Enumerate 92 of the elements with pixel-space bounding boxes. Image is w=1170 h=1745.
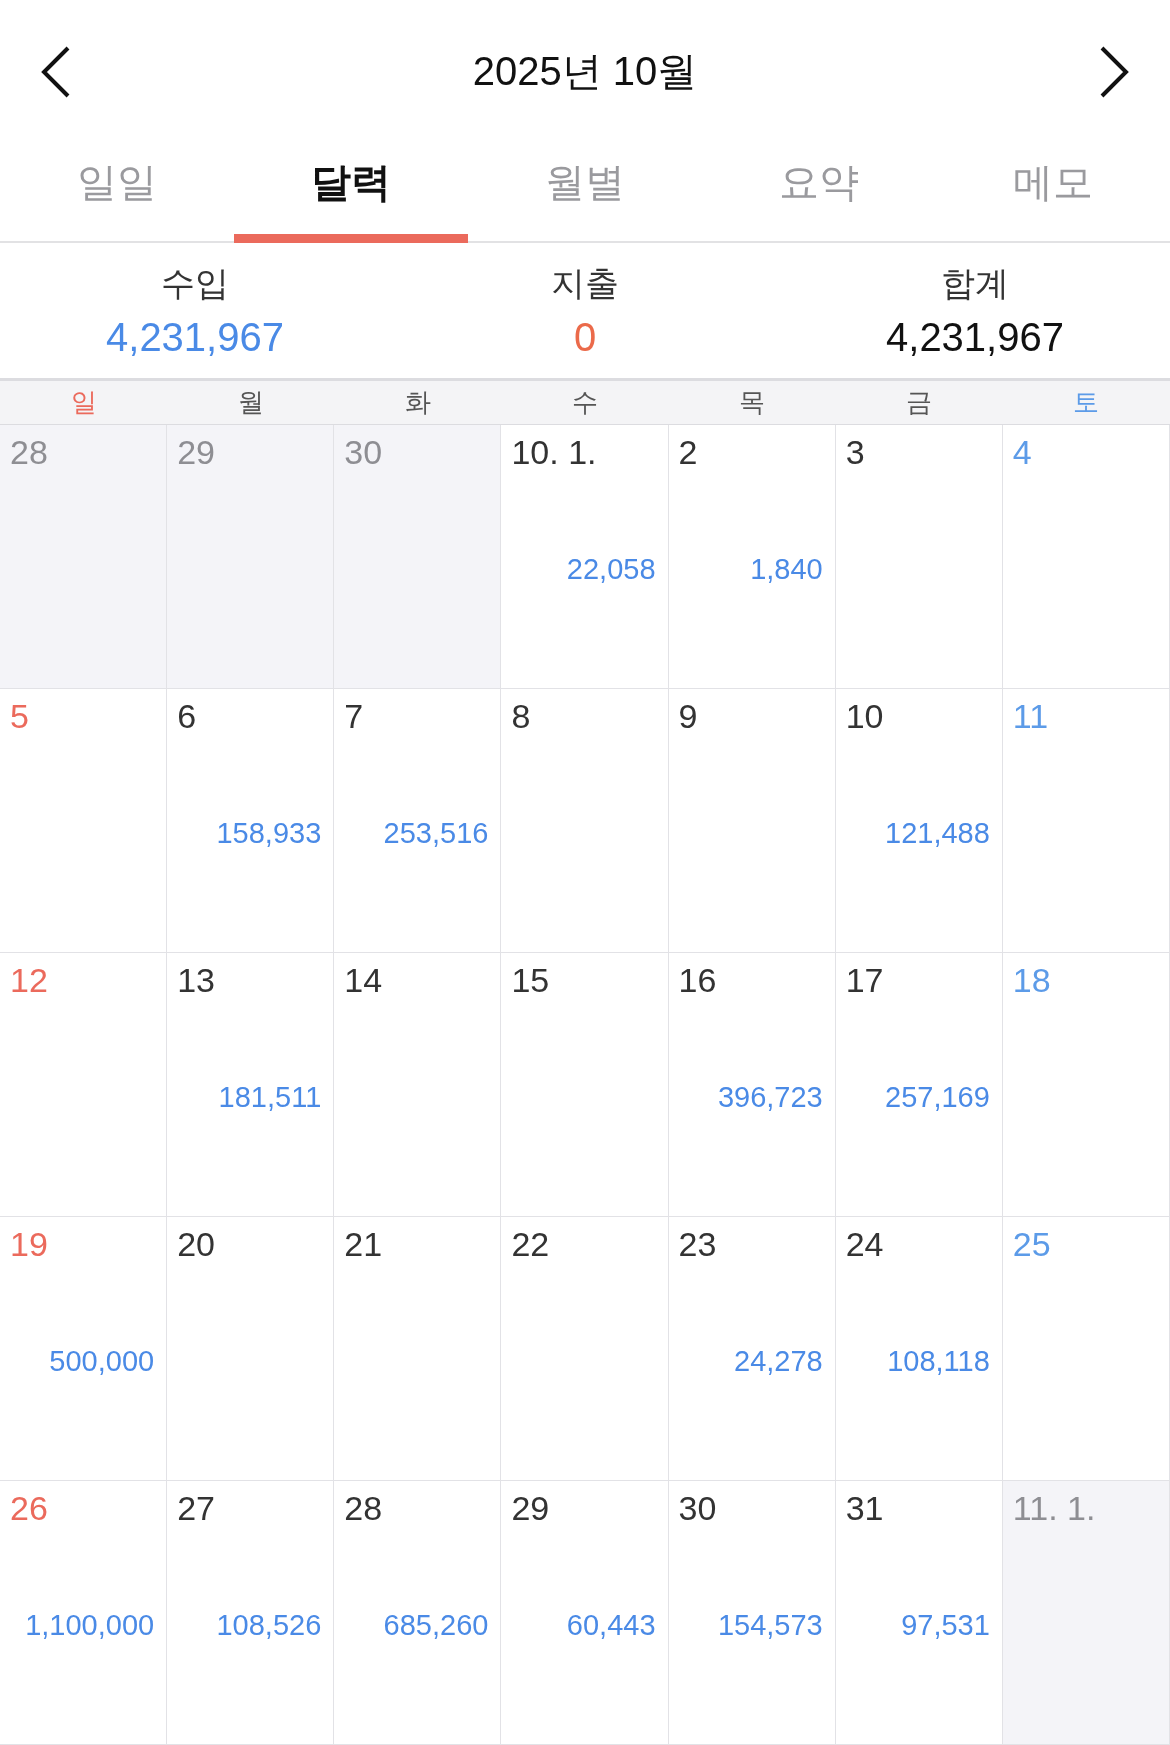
calendar-day-cell[interactable]: 30 154,573 (668, 1481, 836, 1745)
day-number: 27 (177, 1489, 215, 1527)
day-income-amount: 108,118 (886, 1345, 990, 1378)
calendar-day-cell[interactable]: 20 (167, 1217, 335, 1481)
day-number: 11 (1012, 697, 1049, 735)
day-number: 14 (344, 961, 383, 999)
day-number: 6 (177, 697, 197, 735)
weekday-label: 토 (1072, 386, 1101, 419)
day-income-amount: 108,526 (215, 1609, 322, 1642)
day-income-amount: 253,516 (382, 817, 489, 850)
day-number: 18 (1012, 961, 1051, 999)
day-number: 28 (344, 1489, 383, 1527)
calendar-day-cell[interactable]: 15 (501, 953, 669, 1217)
day-number: 29 (511, 1489, 550, 1527)
calendar-day-cell[interactable]: 28 685,260 (334, 1481, 502, 1745)
calendar-day-cell[interactable]: 24 108,118 (835, 1217, 1003, 1481)
day-number: 20 (177, 1225, 215, 1263)
day-number: 23 (678, 1225, 717, 1263)
view-tab[interactable]: 달력 (234, 143, 468, 243)
summary-label: 지출 (551, 262, 619, 304)
day-income-amount: 181,511 (217, 1081, 322, 1114)
previous-month-button[interactable] (40, 44, 72, 99)
day-income-amount: 121,488 (884, 817, 990, 850)
day-number: 30 (678, 1489, 717, 1527)
day-income-amount: 22,058 (565, 553, 656, 586)
calendar-day-cell[interactable]: 7 253,516 (334, 689, 502, 953)
summary-label: 수입 (161, 262, 229, 304)
day-income-amount: 257,169 (884, 1081, 990, 1114)
day-number: 25 (1012, 1225, 1051, 1263)
day-number: 12 (10, 961, 48, 999)
day-number: 3 (845, 433, 865, 471)
day-number: 19 (10, 1225, 48, 1263)
summary-amount: 4,231,967 (106, 314, 284, 360)
calendar-day-cell[interactable]: 31 97,531 (835, 1481, 1003, 1745)
calendar-day-cell[interactable]: 23 24,278 (668, 1217, 836, 1481)
calendar-day-cell[interactable]: 6 158,933 (167, 689, 335, 953)
weekday-label: 월 (236, 386, 265, 419)
weekday-label: 금 (905, 386, 934, 419)
summary-label: 합계 (941, 262, 1009, 304)
day-number: 30 (344, 433, 383, 471)
calendar-day-cell[interactable]: 21 (334, 1217, 502, 1481)
day-number: 26 (10, 1489, 48, 1527)
month-title: 2025년 10월 (472, 48, 698, 96)
day-number: 9 (678, 697, 698, 735)
day-number: 15 (511, 961, 550, 999)
day-income-amount: 685,260 (382, 1609, 489, 1642)
day-income-amount: 1,840 (749, 553, 823, 586)
day-income-amount: 396,723 (716, 1081, 823, 1114)
day-number: 31 (845, 1489, 884, 1527)
day-income-amount: 500,000 (48, 1345, 155, 1378)
weekday-label: 목 (738, 386, 767, 419)
day-number: 21 (344, 1225, 383, 1263)
calendar-day-cell[interactable]: 10. 1. 22,058 (501, 425, 669, 689)
calendar-day-cell[interactable]: 13 181,511 (167, 953, 335, 1217)
day-income-amount: 158,933 (215, 817, 322, 850)
calendar-day-cell[interactable]: 29 60,443 (501, 1481, 669, 1745)
day-income-amount: 1,100,000 (24, 1609, 155, 1642)
day-number: 4 (1012, 433, 1032, 471)
next-month-button[interactable] (1098, 44, 1130, 99)
day-number: 2 (678, 433, 698, 471)
day-number: 13 (177, 961, 215, 999)
day-number: 22 (511, 1225, 550, 1263)
weekday-label: 수 (571, 386, 599, 419)
calendar-day-cell[interactable]: 17 257,169 (835, 953, 1003, 1217)
day-income-amount: 60,443 (565, 1609, 656, 1642)
day-number: 28 (10, 433, 48, 471)
day-income-amount: 24,278 (733, 1345, 823, 1378)
day-number: 10 (845, 697, 884, 735)
weekday-label: 화 (403, 386, 432, 419)
day-number: 24 (845, 1225, 884, 1263)
day-number: 7 (344, 697, 364, 735)
day-number: 11. 1. (1012, 1489, 1096, 1527)
calendar-day-cell[interactable]: 3 (835, 425, 1003, 689)
day-income-amount: 154,573 (716, 1609, 823, 1642)
summary-amount: 0 (573, 314, 597, 360)
day-number: 16 (678, 961, 717, 999)
day-number: 29 (177, 433, 215, 471)
calendar-day-cell[interactable]: 22 (501, 1217, 669, 1481)
day-number: 8 (511, 697, 531, 735)
calendar-day-cell[interactable]: 14 (334, 953, 502, 1217)
day-number: 10. 1. (511, 433, 597, 471)
calendar-day-cell[interactable]: 16 396,723 (668, 953, 836, 1217)
calendar-day-cell[interactable]: 10 121,488 (835, 689, 1003, 953)
calendar-day-cell[interactable]: 27 108,526 (167, 1481, 335, 1745)
weekday-label: 일 (69, 386, 98, 419)
summary-amount: 4,231,967 (886, 314, 1064, 360)
calendar-day-cell[interactable]: 2 1,840 (668, 425, 836, 689)
day-number: 5 (10, 697, 29, 735)
calendar-day-cell[interactable]: 8 (501, 689, 669, 953)
calendar-day-cell[interactable]: 9 (668, 689, 836, 953)
day-income-amount: 97,531 (900, 1609, 990, 1642)
day-number: 17 (845, 961, 884, 999)
